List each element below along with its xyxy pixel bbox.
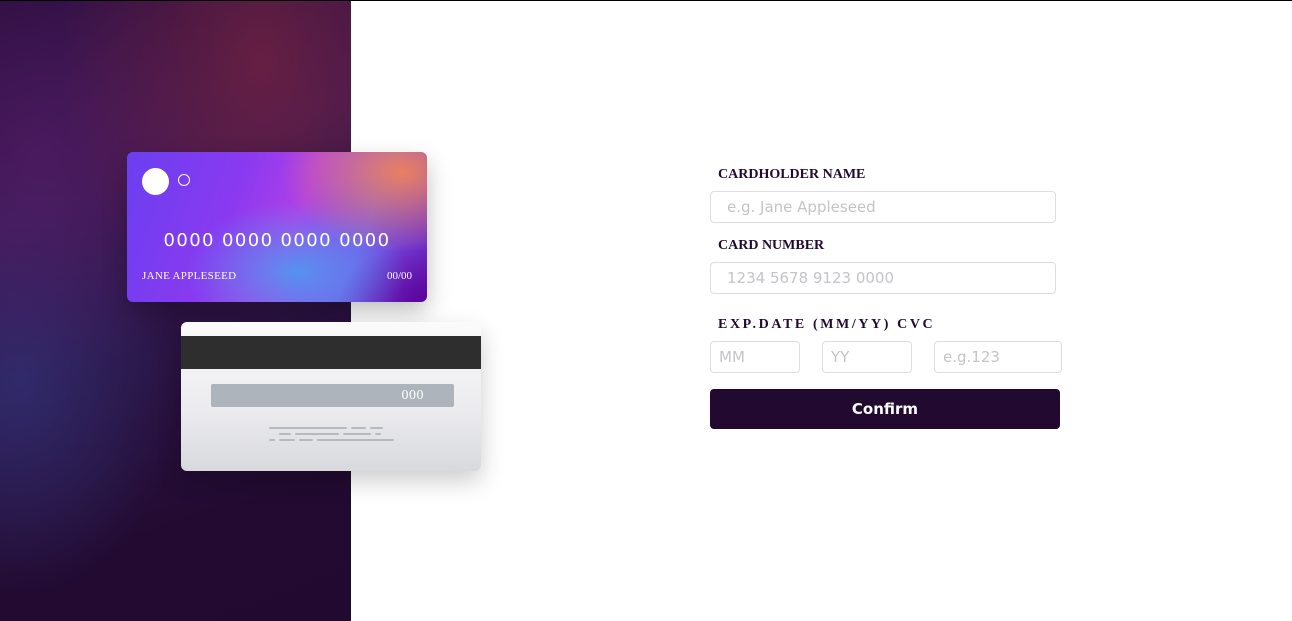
exp-date-cvc-label: EXP.DATE (MM/YY) CVC — [718, 317, 936, 332]
card-number-input[interactable] — [710, 262, 1056, 294]
signature-strip: 000 — [211, 384, 454, 407]
card-logo-filled-circle-icon — [142, 168, 169, 195]
magnetic-stripe — [181, 336, 481, 369]
card-cvc-display: 000 — [401, 388, 424, 403]
cardholder-name-input[interactable] — [710, 191, 1056, 223]
exp-year-input[interactable] — [822, 341, 912, 373]
card-back-fine-print — [269, 427, 399, 447]
cvc-input[interactable] — [934, 341, 1062, 373]
confirm-button[interactable]: Confirm — [710, 389, 1060, 429]
card-back: 000 — [181, 322, 481, 471]
exp-month-input[interactable] — [710, 341, 800, 373]
cardholder-name-label: CARDHOLDER NAME — [718, 167, 866, 182]
cardholder-name-display: JANE APPLESEED — [142, 270, 237, 282]
card-logo-outline-circle-icon — [178, 174, 190, 186]
card-number-display: 0000 0000 0000 0000 — [163, 230, 391, 251]
card-expiry-display: 00/00 — [386, 270, 412, 282]
side-panel-background — [0, 1, 351, 621]
card-number-label: CARD NUMBER — [718, 238, 825, 253]
card-front: 0000 0000 0000 0000 JANE APPLESEED 00/00 — [127, 152, 427, 302]
